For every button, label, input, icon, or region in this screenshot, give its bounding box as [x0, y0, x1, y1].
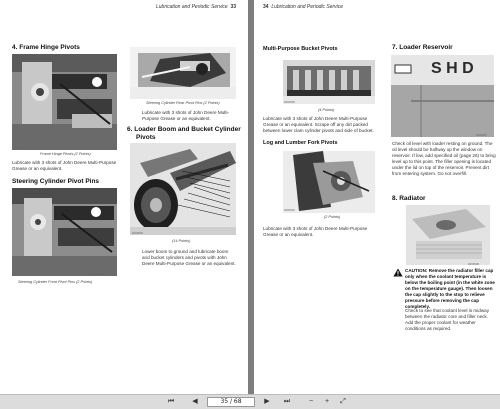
pdf-viewer-toolbar: ⏮ ◀ 35 / 68 ▶ ⏭ − + ⤢	[0, 394, 500, 409]
figure-id: RW4506	[284, 208, 295, 212]
section-heading: 8. Radiator	[392, 195, 426, 202]
caution-text: CAUTION: Remove the radiator filler cap …	[405, 268, 497, 310]
body-text: Check oil level with loader resting on g…	[392, 141, 496, 176]
body-text: Lubricate with 3 shots of John Deere Mul…	[142, 110, 230, 121]
section-heading: 6. Loader Boom and Bucket Cylinder	[127, 126, 241, 133]
section-heading-cont: Pivots	[136, 134, 156, 141]
manual-page-left: Lubrication and Periodic Service 33 4. F…	[0, 0, 248, 394]
body-text: Lubricate with 3 shots of John Deere Mul…	[263, 226, 368, 237]
section-heading: 4. Frame Hinge Pivots	[12, 44, 80, 51]
svg-text:S H D: S H D	[431, 60, 474, 77]
loader-boom-photo	[130, 143, 236, 235]
last-page-button[interactable]: ⏭	[282, 397, 292, 407]
caution-body: Remove the radiator filler cap only when…	[405, 268, 495, 309]
caution-icon	[393, 268, 403, 277]
figure-id: RW4503	[132, 231, 143, 235]
manual-page-right: 34 Lubrication and Periodic Service Mult…	[254, 0, 500, 394]
log-fork-photo	[283, 151, 375, 213]
figure-id: RW4505	[284, 100, 295, 104]
multi-purpose-bucket-photo	[283, 60, 375, 104]
figure-caption: (4 Points)	[318, 108, 335, 112]
radiator-photo	[406, 205, 490, 265]
body-text: Lower boom to ground and lubricate boom …	[142, 249, 236, 266]
zoom-out-button[interactable]: −	[306, 397, 316, 407]
figure-id: RW4508	[468, 262, 479, 266]
page-header: Lubrication and Periodic Service 33	[156, 4, 236, 10]
loader-reservoir-photo: S H D	[391, 55, 494, 137]
frame-hinge-photo	[12, 54, 117, 150]
caution-label: CAUTION:	[405, 268, 428, 273]
section-heading: Steering Cylinder Pivot Pins	[12, 178, 100, 185]
page-number: 34	[263, 4, 269, 10]
page-number-field[interactable]: 35 / 68	[207, 397, 255, 407]
body-text: Lubricate with 3 shots of John Deere Mul…	[263, 116, 374, 133]
fit-page-button[interactable]: ⤢	[338, 397, 348, 407]
header-title: Lubrication and Periodic Service	[156, 4, 228, 10]
section-heading: Log and Lumber Fork Pivots	[263, 140, 338, 146]
first-page-button[interactable]: ⏮	[166, 397, 176, 407]
figure-caption: Steering Cylinder Rear Pivot Pins (2 Poi…	[146, 101, 220, 105]
figure-caption: Frame Hinge Pivots (2 Points)	[40, 152, 91, 156]
page-header: 34 Lubrication and Periodic Service	[263, 4, 343, 10]
figure-caption: Steering Cylinder Front Pivot Pins (2 Po…	[18, 280, 93, 284]
figure-id: RW4501	[14, 146, 25, 150]
page-number: 33	[230, 4, 237, 10]
section-heading: Multi-Purpose Bucket Pivots	[263, 46, 338, 52]
zoom-in-button[interactable]: +	[322, 397, 332, 407]
figure-caption: (14 Points)	[172, 239, 191, 243]
header-title: Lubrication and Periodic Service	[271, 4, 344, 10]
body-text: Check to see that coolant level is midwa…	[405, 308, 490, 331]
steering-cylinder-rear-photo	[130, 47, 236, 99]
section-heading: 7. Loader Reservoir	[392, 44, 453, 51]
figure-caption: (2 Points)	[324, 215, 341, 219]
previous-page-button[interactable]: ◀	[190, 397, 200, 407]
next-page-button[interactable]: ▶	[262, 397, 272, 407]
body-text: Lubricate with 3 shots of John Deere Mul…	[12, 160, 117, 171]
steering-cylinder-front-photo	[12, 188, 117, 276]
figure-id: RW4507	[476, 133, 487, 137]
figure-id: RW4504	[92, 272, 103, 276]
